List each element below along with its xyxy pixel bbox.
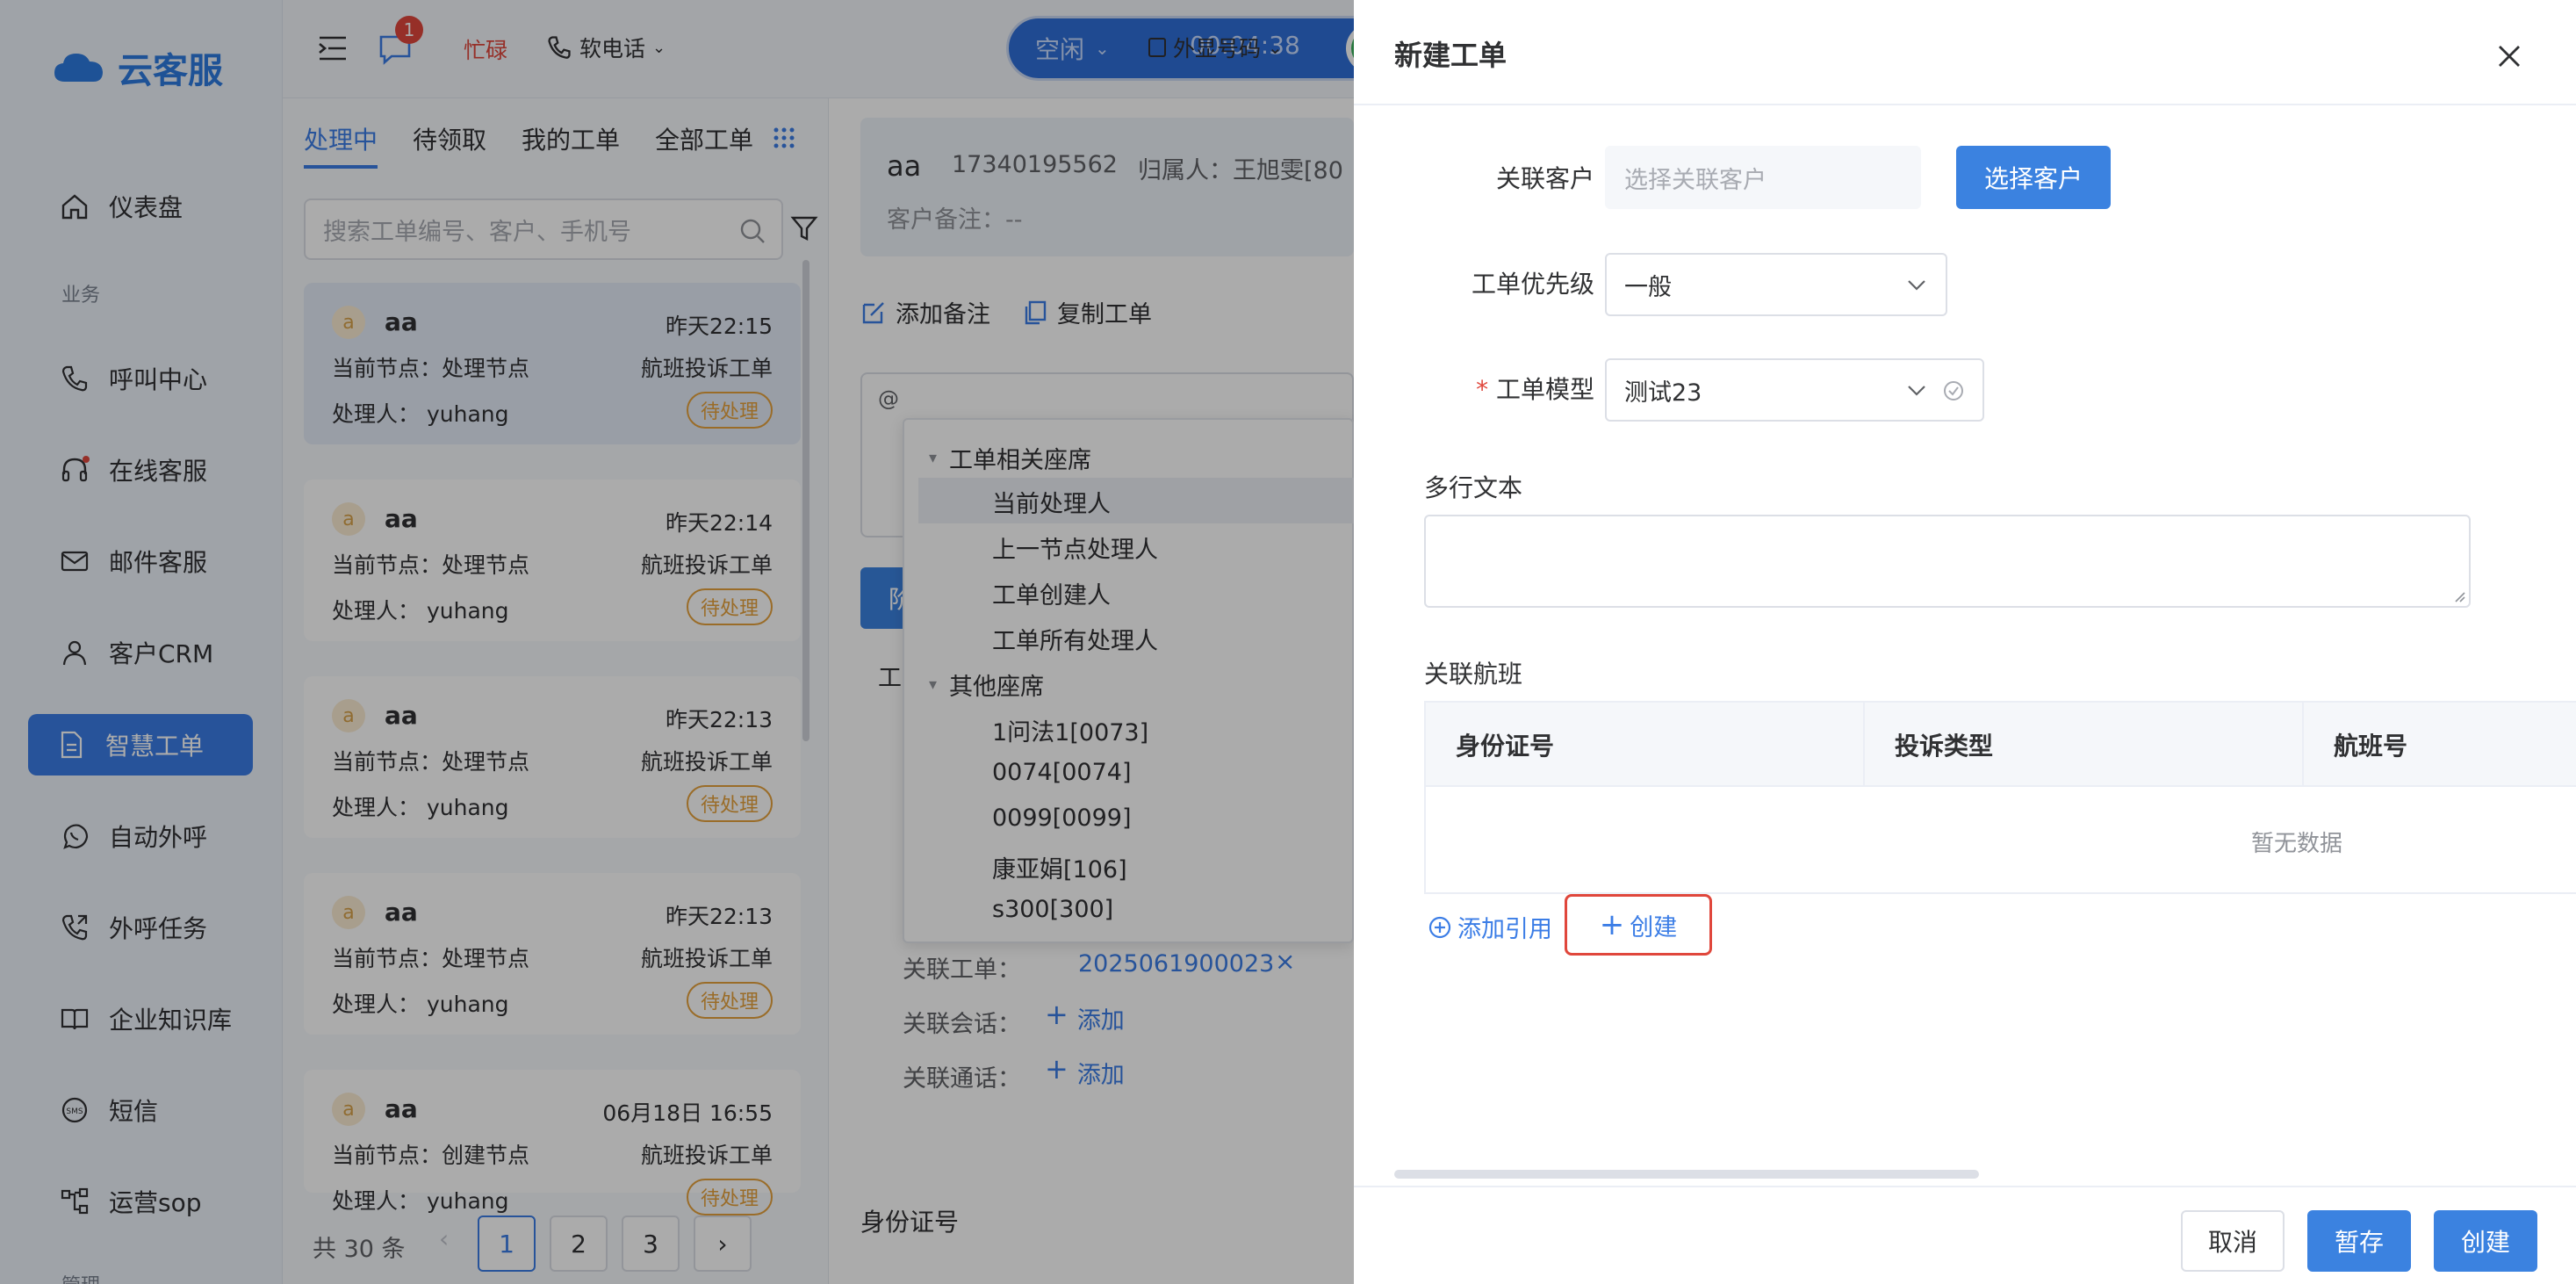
- flight-label: 关联航班: [1424, 660, 1523, 689]
- multiline-textarea[interactable]: [1424, 515, 2471, 608]
- create-flight-button[interactable]: + 创建: [1565, 894, 1712, 956]
- check-circle-icon: [1944, 381, 1963, 400]
- table-empty-text: 暂无数据: [2251, 831, 2343, 857]
- flight-table: 身份证号 投诉类型 航班号 暂无数据: [1424, 701, 2576, 894]
- model-value: 测试23: [1624, 379, 1702, 407]
- resize-handle-icon[interactable]: [2453, 590, 2465, 602]
- required-mark: *: [1476, 375, 1489, 404]
- customer-label: 关联客户: [1495, 164, 1594, 193]
- plus-icon: +: [1599, 907, 1625, 942]
- select-customer-button[interactable]: 选择客户: [1956, 146, 2111, 209]
- add-reference-label: 添加引用: [1457, 916, 1552, 943]
- model-select[interactable]: 测试23: [1605, 358, 1984, 422]
- cancel-button[interactable]: 取消: [2181, 1210, 2285, 1272]
- column-complaint-type: 投诉类型: [1865, 703, 2304, 787]
- plus-circle-icon: [1428, 916, 1451, 938]
- priority-value: 一般: [1624, 273, 1672, 301]
- column-flight-no: 航班号: [2334, 732, 2408, 761]
- create-button[interactable]: 创建: [2434, 1210, 2537, 1272]
- save-draft-button[interactable]: 暂存: [2307, 1210, 2411, 1272]
- modal-overlay[interactable]: [0, 0, 1354, 1284]
- close-icon[interactable]: [2497, 44, 2522, 69]
- chevron-down-icon: [1908, 386, 1925, 396]
- priority-select[interactable]: 一般: [1605, 253, 1947, 316]
- customer-input[interactable]: 选择关联客户: [1605, 146, 1921, 209]
- chevron-down-icon: [1908, 280, 1925, 291]
- add-reference-button[interactable]: 添加引用: [1428, 910, 1552, 944]
- drawer-title: 新建工单: [1394, 39, 1507, 72]
- priority-label: 工单优先级: [1471, 270, 1594, 299]
- model-label: * 工单模型: [1407, 371, 1594, 406]
- new-ticket-drawer: 新建工单 关联客户 选择关联客户 选择客户 工单优先级 一般 * 工单模型 测试…: [1354, 0, 2576, 1284]
- create-flight-label: 创建: [1630, 913, 1678, 941]
- multiline-label: 多行文本: [1424, 473, 1523, 502]
- footer-divider: [1354, 1186, 2576, 1187]
- model-label-text: 工单模型: [1495, 375, 1594, 404]
- header-divider: [1354, 104, 2576, 105]
- horizontal-scrollbar[interactable]: [1394, 1170, 1979, 1179]
- column-idcard: 身份证号: [1426, 703, 1865, 787]
